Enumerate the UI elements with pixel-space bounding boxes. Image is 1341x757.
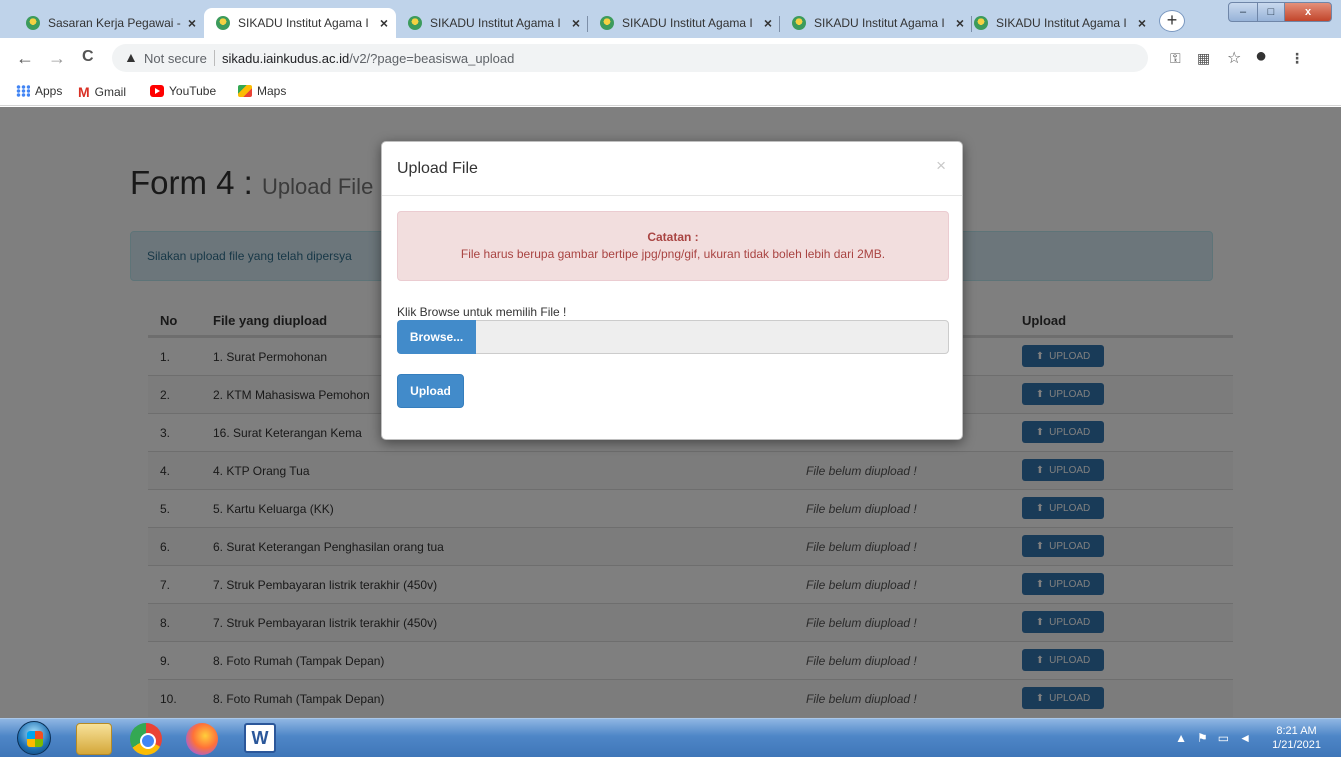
browser-tab[interactable]: SIKADU Institut Agama I × bbox=[588, 8, 780, 38]
bookmark-label: Gmail bbox=[94, 85, 127, 99]
windows-taskbar: W ▲ ⚑ ▭ ◄ 8:21 AM 1/21/2021 bbox=[0, 718, 1341, 757]
profile-avatar-icon[interactable]: ● bbox=[1255, 45, 1267, 68]
upload-file-modal: Upload File × Catatan : File harus berup… bbox=[381, 141, 963, 440]
url-path: /v2/?page=beasiswa_upload bbox=[349, 51, 515, 66]
volume-icon[interactable]: ◄ bbox=[1239, 731, 1251, 745]
omnibox-divider bbox=[214, 50, 215, 66]
bookmark-star-icon[interactable]: ☆ bbox=[1227, 48, 1241, 68]
tab-title: SIKADU Institut Agama I bbox=[622, 16, 753, 30]
system-tray: ▲ ⚑ ▭ ◄ bbox=[1175, 731, 1251, 745]
browser-tab-active[interactable]: SIKADU Institut Agama I × bbox=[204, 8, 396, 38]
modal-header: Upload File × bbox=[382, 142, 962, 196]
browser-tab-bar: Sasaran Kerja Pegawai - × SIKADU Institu… bbox=[0, 0, 1341, 38]
url-host: sikadu.iainkudus.ac.id bbox=[222, 51, 350, 66]
site-favicon-icon bbox=[974, 16, 988, 30]
tab-title: SIKADU Institut Agama I bbox=[238, 16, 369, 30]
site-favicon-icon bbox=[600, 16, 614, 30]
browse-instruction-label: Klik Browse untuk memilih File ! bbox=[397, 305, 567, 319]
network-icon[interactable]: ▭ bbox=[1218, 731, 1229, 745]
word-icon[interactable]: W bbox=[244, 723, 276, 753]
firefox-icon[interactable] bbox=[186, 723, 218, 755]
tab-close-icon[interactable]: × bbox=[188, 15, 196, 31]
url-omnibox[interactable]: ▲ Not secure sikadu.iainkudus.ac.id/v2/?… bbox=[112, 44, 1148, 72]
warning-triangle-icon[interactable]: ▲ bbox=[124, 49, 138, 65]
alert-title: Catatan : bbox=[647, 230, 699, 244]
start-button[interactable] bbox=[17, 721, 51, 755]
bookmark-apps[interactable]: Apps bbox=[16, 84, 62, 98]
key-icon[interactable]: ⚿ bbox=[1170, 50, 1181, 67]
menu-kebab-icon[interactable]: ⋮ bbox=[1290, 50, 1304, 67]
window-maximize-button[interactable]: □ bbox=[1257, 2, 1285, 22]
clock-time: 8:21 AM bbox=[1276, 725, 1317, 737]
gmail-icon: M bbox=[78, 84, 90, 100]
upload-submit-button[interactable]: Upload bbox=[397, 374, 464, 408]
youtube-icon bbox=[150, 85, 164, 97]
site-favicon-icon bbox=[26, 16, 40, 30]
address-bar-row: ← → C ▲ Not secure sikadu.iainkudus.ac.i… bbox=[0, 38, 1341, 78]
forward-arrow-icon[interactable]: → bbox=[48, 48, 66, 69]
alert-message: File harus berupa gambar bertipe jpg/png… bbox=[460, 247, 886, 261]
reload-icon[interactable]: C bbox=[82, 48, 94, 66]
bookmark-label: Maps bbox=[257, 84, 287, 98]
window-close-button[interactable]: x bbox=[1284, 2, 1332, 22]
tab-close-icon[interactable]: × bbox=[380, 15, 388, 31]
apps-grid-icon bbox=[16, 85, 30, 97]
browser-tab[interactable]: SIKADU Institut Agama I × bbox=[962, 8, 1154, 38]
bookmark-label: Apps bbox=[35, 84, 63, 98]
site-favicon-icon bbox=[408, 16, 422, 30]
chrome-icon[interactable] bbox=[130, 723, 162, 755]
tab-title: Sasaran Kerja Pegawai - bbox=[48, 16, 181, 30]
clock-date: 1/21/2021 bbox=[1272, 739, 1321, 751]
page-content: Form 4 : Upload File Silakan upload file… bbox=[0, 107, 1341, 718]
bookmark-youtube[interactable]: YouTube bbox=[150, 84, 216, 98]
modal-title: Upload File bbox=[397, 160, 478, 177]
maps-icon bbox=[238, 85, 252, 97]
new-tab-button[interactable]: + bbox=[1159, 10, 1185, 32]
action-center-flag-icon[interactable]: ⚑ bbox=[1197, 731, 1208, 745]
tab-close-icon[interactable]: × bbox=[1138, 15, 1146, 31]
browser-tab[interactable]: SIKADU Institut Agama I × bbox=[780, 8, 972, 38]
url-text[interactable]: sikadu.iainkudus.ac.id/v2/?page=beasiswa… bbox=[222, 51, 514, 66]
system-clock[interactable]: 8:21 AM 1/21/2021 bbox=[1272, 724, 1321, 752]
tab-title: SIKADU Institut Agama I bbox=[814, 16, 945, 30]
tab-close-icon[interactable]: × bbox=[764, 15, 772, 31]
window-minimize-button[interactable]: – bbox=[1228, 2, 1258, 22]
bookmark-gmail[interactable]: M Gmail bbox=[78, 84, 126, 100]
bookmarks-bar: Apps M Gmail YouTube Maps bbox=[0, 78, 1341, 106]
browser-tab[interactable]: SIKADU Institut Agama I × bbox=[396, 8, 588, 38]
back-arrow-icon[interactable]: ← bbox=[16, 48, 34, 69]
tab-title: SIKADU Institut Agama I bbox=[996, 16, 1127, 30]
security-label[interactable]: Not secure bbox=[144, 51, 207, 66]
modal-close-icon[interactable]: × bbox=[936, 156, 946, 176]
tab-close-icon[interactable]: × bbox=[572, 15, 580, 31]
file-explorer-icon[interactable] bbox=[76, 723, 112, 755]
windows-logo-icon bbox=[27, 731, 43, 747]
file-input-field[interactable]: Browse... bbox=[397, 320, 949, 354]
browser-tab[interactable]: Sasaran Kerja Pegawai - × bbox=[14, 8, 204, 38]
site-favicon-icon bbox=[792, 16, 806, 30]
show-hidden-icons-icon[interactable]: ▲ bbox=[1175, 731, 1187, 745]
note-alert: Catatan : File harus berupa gambar berti… bbox=[397, 211, 949, 281]
translate-icon[interactable]: ▦ bbox=[1197, 50, 1210, 67]
bookmark-maps[interactable]: Maps bbox=[238, 84, 286, 98]
bookmark-label: YouTube bbox=[169, 84, 217, 98]
browse-button[interactable]: Browse... bbox=[397, 320, 476, 354]
tab-title: SIKADU Institut Agama I bbox=[430, 16, 561, 30]
site-favicon-icon bbox=[216, 16, 230, 30]
